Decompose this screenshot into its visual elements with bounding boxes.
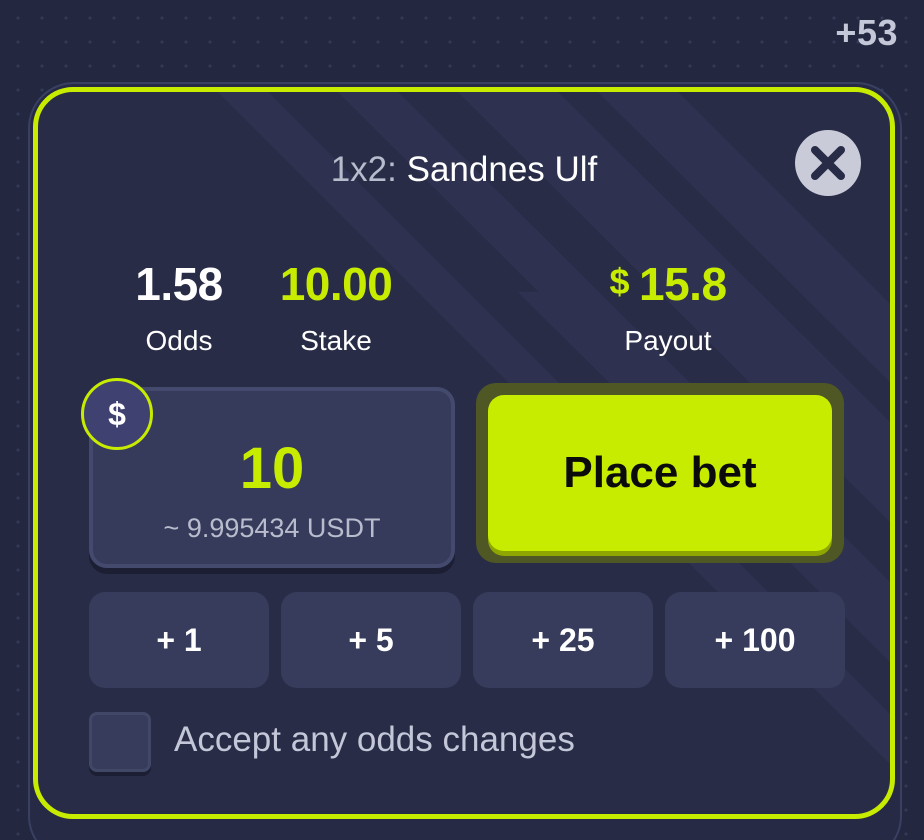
odds-label: Odds xyxy=(145,325,213,356)
converted-amount: ~ 9.995434 USDT xyxy=(163,513,381,543)
dollar-icon: $ xyxy=(81,378,153,450)
payout-value: 15.8 xyxy=(639,258,727,310)
payout-stat: $15.8 Payout xyxy=(568,257,768,357)
stake-amount-value: 10 xyxy=(239,436,305,501)
odds-value: 1.58 xyxy=(135,258,223,310)
odds-stat: 1.58 Odds xyxy=(124,257,234,357)
place-bet-button[interactable]: Place bet xyxy=(488,395,832,551)
bet-slip-modal: 1x2: Sandnes Ulf 1.58 Odds 10.00 Stake $… xyxy=(33,87,895,819)
stake-label: Stake xyxy=(300,325,372,356)
selection-label: Sandnes Ulf xyxy=(406,150,598,189)
quick-stake-plus-1[interactable]: + 1 xyxy=(89,592,269,688)
close-button[interactable] xyxy=(795,130,861,196)
quick-stake-plus-100[interactable]: + 100 xyxy=(665,592,845,688)
stake-value: 10.00 xyxy=(279,258,393,310)
modal-title: 1x2: Sandnes Ulf xyxy=(38,150,890,190)
quick-stake-plus-25[interactable]: + 25 xyxy=(473,592,653,688)
payout-label: Payout xyxy=(624,325,712,356)
market-label: 1x2: xyxy=(330,150,397,189)
accept-odds-label[interactable]: Accept any odds changes xyxy=(174,720,575,760)
currency-symbol: $ xyxy=(108,395,126,432)
payout-currency: $ xyxy=(609,261,629,302)
header-counter: +53 xyxy=(835,12,898,53)
accept-odds-checkbox[interactable] xyxy=(89,712,151,772)
close-icon xyxy=(811,146,845,180)
quick-stake-plus-5[interactable]: + 5 xyxy=(281,592,461,688)
payout-amount: $15.8 xyxy=(568,257,768,311)
stake-stat: 10.00 Stake xyxy=(266,257,406,357)
